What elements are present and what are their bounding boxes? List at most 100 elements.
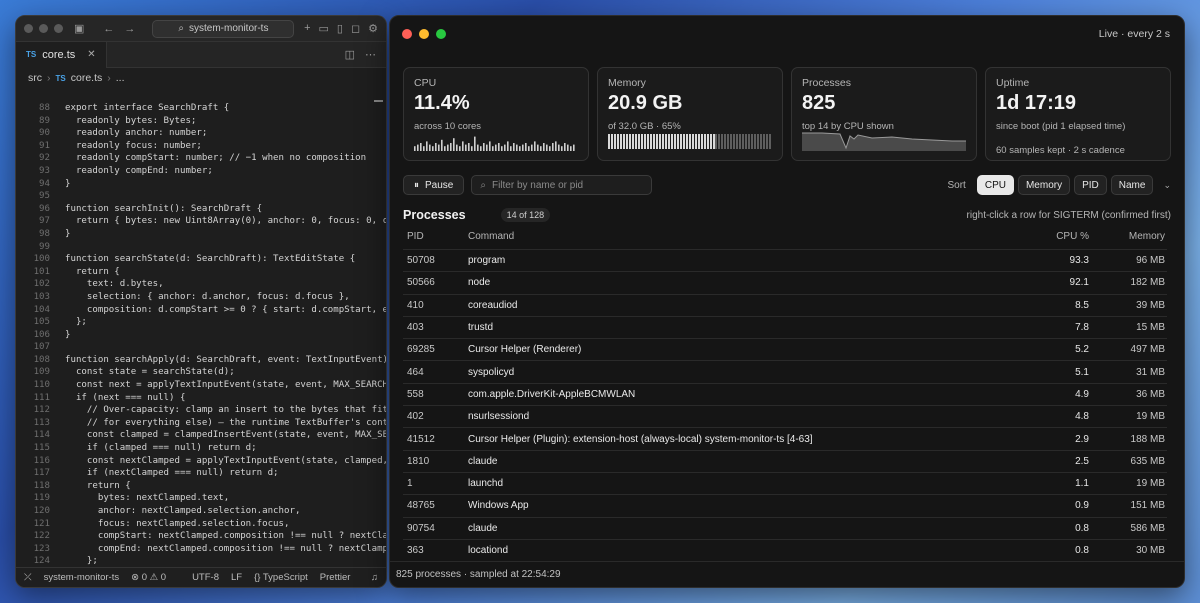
cpu-history-bar [507, 141, 509, 151]
table-row[interactable]: 558 com.apple.DriverKit-AppleBCMWLAN 4.9 36… [403, 382, 1167, 405]
editor-minimize-button[interactable] [39, 24, 48, 33]
table-row[interactable]: 402 nsurlsessiond 4.8 19 MB [403, 405, 1167, 427]
column-header-cpu[interactable]: CPU % [1009, 231, 1089, 242]
table-row[interactable]: 1810 claude 2.5 635 MB [403, 449, 1167, 472]
window-zoom-button[interactable] [436, 29, 446, 39]
code-line[interactable]: 94} [16, 178, 386, 191]
code-editor[interactable]: 88 export interface SearchDraft {89 reado… [16, 102, 386, 567]
pause-button[interactable]: ⏸ Pause [403, 175, 465, 195]
code-line[interactable]: 118 return { [16, 480, 386, 493]
code-line[interactable]: 88 export interface SearchDraft { [16, 102, 386, 115]
code-line[interactable]: 120 anchor: nextClamped.selection.anchor… [16, 505, 386, 518]
tab-close-icon[interactable]: ✕ [87, 49, 95, 60]
table-row[interactable]: 410 coreaudiod 8.5 39 MB [403, 293, 1167, 316]
status-language[interactable]: {} TypeScript [254, 572, 308, 583]
gear-icon[interactable]: ⚙ [368, 22, 378, 35]
table-row[interactable]: 69285 Cursor Helper (Renderer) 5.2 497 MB [403, 338, 1167, 360]
plus-icon[interactable]: + [304, 22, 310, 35]
code-line[interactable]: 106} [16, 329, 386, 342]
status-project[interactable]: system-monitor-ts [44, 572, 119, 583]
column-header-memory[interactable]: Memory [1089, 231, 1167, 242]
code-line[interactable]: 123 compEnd: nextClamped.composition !==… [16, 543, 386, 556]
window-close-button[interactable] [402, 29, 412, 39]
code-line[interactable]: 124 }; [16, 555, 386, 567]
code-line[interactable]: 98} [16, 228, 386, 241]
more-actions-icon[interactable]: ⋯ [365, 48, 376, 61]
table-row[interactable]: 403 trustd 7.8 15 MB [403, 315, 1167, 338]
status-problems[interactable]: ⊗ 0 ⚠ 0 [131, 572, 166, 583]
filter-input[interactable]: ⌕ Filter by name or pid [471, 175, 653, 195]
sort-memory-button[interactable]: Memory [1017, 175, 1071, 195]
code-line[interactable]: 109 const state = searchState(d); [16, 366, 386, 379]
code-line[interactable]: 100 function searchState(d: SearchDraft):… [16, 253, 386, 266]
code-line[interactable]: 113 // for everything else) — the runtim… [16, 417, 386, 430]
editor-zoom-button[interactable] [54, 24, 63, 33]
table-row[interactable]: 464 syspolicyd 5.1 31 MB [403, 360, 1167, 382]
chevron-down-icon[interactable]: ⌄ [1163, 180, 1171, 191]
code-line[interactable]: 91 readonly focus: number; [16, 140, 386, 153]
back-arrow-icon[interactable]: ← [103, 23, 114, 35]
sidebar-toggle-icon[interactable]: ▣ [74, 22, 84, 35]
code-line[interactable]: 97 return { bytes: new Uint8Array(0), an… [16, 215, 386, 228]
remote-icon[interactable]: ⤫ [24, 572, 32, 583]
status-formatter[interactable]: Prettier [320, 572, 351, 583]
code-line[interactable]: 119 bytes: nextClamped.text, [16, 492, 386, 505]
column-header-pid[interactable]: PID [403, 231, 468, 242]
table-row[interactable]: 48765 Windows App 0.9 151 MB [403, 494, 1167, 516]
table-row[interactable]: 50566 node 92.1 182 MB [403, 271, 1167, 293]
code-line[interactable]: 90 readonly anchor: number; [16, 127, 386, 140]
code-line[interactable]: 92 readonly compStart: number; // −1 whe… [16, 152, 386, 165]
cpu-value: 11.4% [414, 92, 470, 114]
table-row[interactable]: 363 locationd 0.8 30 MB [403, 538, 1167, 561]
column-header-command[interactable]: Command [468, 231, 1009, 242]
code-line[interactable]: 117 if (nextClamped === null) return d; [16, 467, 386, 480]
code-line[interactable]: 112 // Over-capacity: clamp an insert to… [16, 404, 386, 417]
code-line[interactable]: 108 function searchApply(d: SearchDraft, … [16, 354, 386, 367]
breadcrumb-item[interactable]: src [28, 72, 42, 84]
table-row[interactable]: 90754 claude 0.8 586 MB [403, 516, 1167, 539]
status-eol[interactable]: LF [231, 572, 242, 583]
bell-icon[interactable]: ♫ [371, 572, 378, 583]
code-line[interactable]: 116 const nextClamped = applyTextInputEv… [16, 455, 386, 468]
tab-core-ts[interactable]: TS core.ts ✕ [16, 41, 107, 68]
code-line[interactable]: 101 return { [16, 266, 386, 279]
code-line[interactable]: 105 }; [16, 316, 386, 329]
table-row[interactable]: 50708 program 93.3 96 MB [403, 249, 1167, 271]
code-line[interactable]: 95 [16, 190, 386, 203]
cpu-history-bar [483, 143, 485, 151]
line-number: 124 [33, 556, 50, 567]
code-line[interactable]: 96 function searchInit(): SearchDraft { [16, 203, 386, 216]
code-line[interactable]: 103 selection: { anchor: d.anchor, focus… [16, 291, 386, 304]
editor-close-button[interactable] [24, 24, 33, 33]
line-number: 91 [39, 140, 50, 151]
sort-name-button[interactable]: Name [1110, 175, 1154, 195]
table-row[interactable]: 41512 Cursor Helper (Plugin): extension-h… [403, 427, 1167, 449]
code-line[interactable]: 110 const next = applyTextInputEvent(sta… [16, 379, 386, 392]
code-line[interactable]: 104 composition: d.compStart >= 0 ? { st… [16, 304, 386, 317]
window-minimize-button[interactable] [419, 29, 429, 39]
command-search-box[interactable]: ⌕ system-monitor-ts [152, 19, 295, 38]
code-line[interactable]: 121 focus: nextClamped.selection.focus, [16, 518, 386, 531]
code-line[interactable]: 89 readonly bytes: Bytes; [16, 115, 386, 128]
sort-cpu-button[interactable]: CPU [976, 175, 1014, 195]
code-line[interactable]: 111 if (next === null) { [16, 392, 386, 405]
code-line[interactable]: 114 const clamped = clampedInsertEvent(s… [16, 429, 386, 442]
code-line[interactable]: 122 compStart: nextClamped.composition !… [16, 530, 386, 543]
chat-icon[interactable]: ◻ [351, 22, 360, 35]
code-line[interactable]: 93 readonly compEnd: number; [16, 165, 386, 178]
code-line[interactable]: 99 [16, 241, 386, 254]
code-line[interactable]: 115 if (clamped === null) return d; [16, 442, 386, 455]
sort-pid-button[interactable]: PID [1074, 175, 1107, 195]
split-editor-icon[interactable]: ◫ [345, 48, 355, 61]
breadcrumb-item[interactable]: core.ts [71, 72, 103, 84]
cell-memory: 182 MB [1130, 277, 1165, 289]
breadcrumb-item[interactable]: ... [116, 72, 125, 84]
code-line[interactable]: 107 [16, 341, 386, 354]
status-encoding[interactable]: UTF-8 [192, 572, 219, 583]
table-row[interactable]: 1 launchd 1.1 19 MB [403, 471, 1167, 494]
cpu-history-bar [480, 146, 482, 151]
forward-arrow-icon[interactable]: → [124, 23, 135, 35]
panel-icon[interactable]: ▭ [319, 22, 329, 35]
code-line[interactable]: 102 text: d.bytes, [16, 278, 386, 291]
layout-icon[interactable]: ▯ [337, 22, 343, 35]
